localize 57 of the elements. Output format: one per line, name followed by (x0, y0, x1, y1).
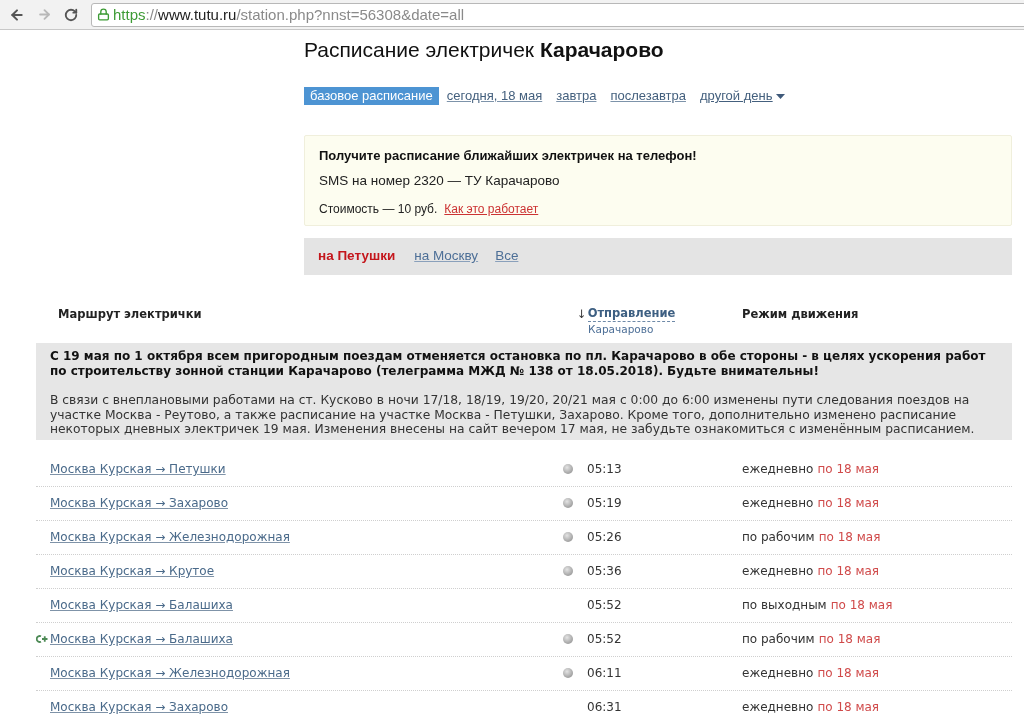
valid-until: по 18 мая (817, 699, 880, 716)
date-tab[interactable]: другой день (700, 87, 786, 105)
departure-time: 05:36 (587, 564, 622, 578)
promo-heading: Получите расписание ближайших электричек на телефон! (319, 147, 698, 164)
departure-time: 05:19 (587, 496, 622, 510)
valid-until: по 18 мая (830, 597, 893, 614)
schedule-days: ежедневно (742, 460, 814, 478)
date-tab[interactable]: базовое расписание (304, 87, 439, 105)
route-link[interactable]: Москва Курская → Захарово (50, 496, 228, 510)
route-link[interactable]: Москва Курская → Балашиха (50, 632, 233, 646)
how-it-works-link[interactable]: Как это работает (444, 202, 539, 217)
promo-cost: Стоимость — 10 руб. (319, 202, 438, 217)
caret-icon (776, 93, 786, 99)
notice-body: В связи с внеплановыми работами на ст. Кусково в ночи 17/18, 18/19, 19/20, 20/21 мая с 0:00 до 6:00 изменены пути следования поездов на участке Москва - Реутово, а также расписание на участке Москва - Петушки, Захарово. Кроме того, дополнительно изменено расписание некоторых дневных электричек 19 мая. Изменения внесены на сайт вечером 17 мая, не забудьте ознакомиться с изменённым расписанием. (50, 393, 976, 437)
route-link[interactable]: Москва Курская → Железнодорожная (50, 530, 290, 544)
route-link[interactable]: Москва Курская → Крутое (50, 564, 215, 578)
direction-tab[interactable]: на Петушки (318, 246, 396, 267)
date-tab[interactable]: сегодня, 18 мая (446, 87, 543, 105)
route-link[interactable]: Москва Курская → Железнодорожная (50, 666, 290, 680)
date-tab[interactable]: послезавтра (610, 87, 686, 105)
back-icon[interactable] (9, 6, 25, 23)
station-sublabel: Карачарово (588, 322, 654, 336)
direction-tab[interactable]: Все (495, 246, 519, 267)
valid-until: по 18 мая (818, 631, 881, 648)
departure-time: 06:31 (587, 700, 622, 714)
departure-time: 06:11 (587, 666, 622, 680)
departure-time: 05:13 (587, 462, 622, 476)
promo-instruction: SMS на номер 2320 — ТУ Карачарово (319, 172, 561, 189)
address-field[interactable]: https://www.tutu.ru/station.php?nnst=56308&date=all (91, 2, 1024, 27)
route-link[interactable]: Москва Курская → Балашиха (50, 598, 233, 612)
departure-time: 05:52 (587, 632, 622, 646)
route-link[interactable]: Москва Курская → Петушки (50, 462, 226, 476)
column-header: Маршрут электрички (58, 307, 202, 321)
departure-time: 05:26 (587, 530, 622, 544)
direction-tab[interactable]: на Москву (414, 246, 479, 267)
valid-until: по 18 мая (817, 563, 880, 580)
schedule-days: ежедневно (742, 494, 814, 512)
valid-until: по 18 мая (817, 461, 880, 478)
schedule-days: по рабочим (742, 630, 815, 648)
notice-headline: С 19 мая по 1 октября всем пригородным поездам отменяется остановка по пл. Карачарово в обе стороны - в целях ускорения работ по строительству зонной станции Карачарово (телеграмма МЖД № 138 от 18.05.2018). Будьте внимательны! (50, 349, 987, 378)
schedule-days: по рабочим (742, 528, 815, 546)
departure-time: 05:52 (587, 598, 622, 612)
schedule-days: по выходным (742, 596, 827, 614)
schedule-days: ежедневно (742, 698, 814, 716)
valid-until: по 18 мая (817, 665, 880, 682)
route-link[interactable]: Москва Курская → Захарово (50, 700, 228, 714)
page-title: Расписание электричек Карачарово (304, 37, 665, 63)
date-tab[interactable]: завтра (556, 87, 597, 105)
sort-arrow: ↓ (577, 306, 587, 322)
reload-icon[interactable] (64, 7, 78, 22)
url-text: https://www.tutu.ru/station.php?nnst=56308&date=all (113, 5, 465, 24)
departure-column-header[interactable]: Отправление (587, 306, 676, 322)
schedule-days: ежедневно (742, 664, 814, 682)
valid-until: по 18 мая (817, 495, 880, 512)
valid-until: по 18 мая (818, 529, 881, 546)
schedule-days: ежедневно (742, 562, 814, 580)
column-header: Режим движения (742, 307, 859, 321)
